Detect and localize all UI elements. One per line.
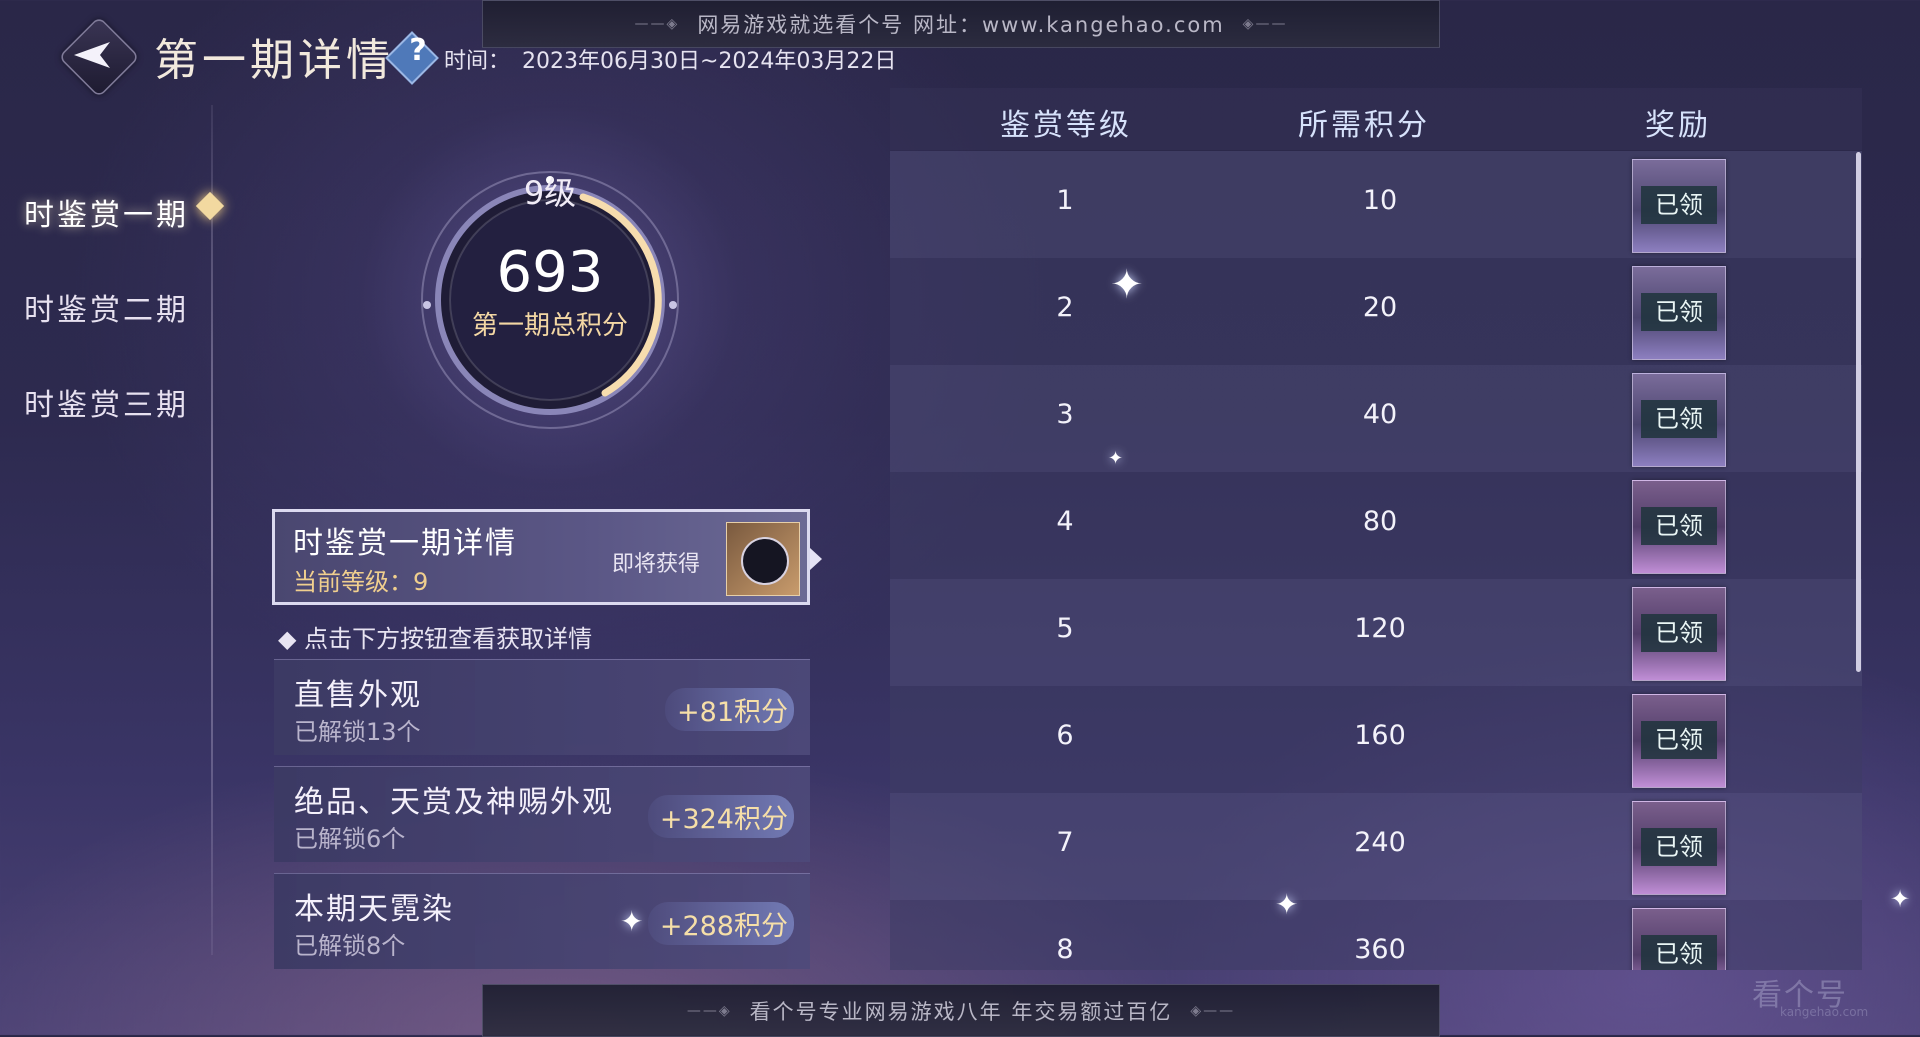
detail-card-title: 时鉴赏一期详情 (293, 526, 517, 561)
reward-item[interactable]: 已领 (1632, 266, 1726, 360)
ornament-icon: ◈—— (1242, 16, 1288, 32)
reward-item[interactable]: 已领 (1632, 480, 1726, 574)
row-level: 4 (1056, 506, 1074, 537)
sidebar-item-period-1[interactable]: 时鉴赏一期 (24, 190, 189, 234)
row-level: 6 (1056, 720, 1074, 751)
level-text: 9级 (523, 174, 577, 212)
table-row: 1 10 已领 (890, 151, 1862, 258)
bottom-watermark-banner: ——◈ 看个号专业网易游戏八年 年交易额过百亿 ◈—— (482, 984, 1440, 1037)
reward-table: 鉴赏等级 所需积分 奖励 1 10 已领 2 20 已领 3 40 已领 4 8… (890, 88, 1862, 970)
row-points: 160 (1354, 720, 1406, 751)
sparkle-icon: ✦ (1110, 262, 1144, 308)
row-points: 80 (1362, 506, 1398, 537)
row-level: 1 (1056, 185, 1074, 216)
reward-item[interactable]: 已领 (1632, 159, 1726, 253)
coming-reward-label: 即将获得 (612, 552, 701, 577)
sparkle-icon: ✦ (1108, 448, 1124, 469)
category-unlocked: 已解锁8个 (294, 932, 406, 960)
table-row: 3 40 已领 (890, 365, 1862, 472)
reward-item[interactable]: 已领 (1632, 801, 1726, 895)
category-unlocked: 已解锁6个 (294, 825, 406, 853)
reward-item[interactable]: 已领 (1632, 908, 1726, 970)
page-title: 第一期详情 (154, 35, 394, 86)
header-points: 所需积分 (1298, 108, 1430, 143)
category-points: +288积分 (647, 902, 794, 945)
sidebar-item-period-2[interactable]: 时鉴赏二期 (24, 285, 189, 329)
back-arrow-icon (74, 42, 110, 68)
category-dye[interactable]: 本期天霓染 已解锁8个 +288积分 (274, 873, 810, 969)
table-row: 6 160 已领 (890, 686, 1862, 793)
table-row: 4 80 已领 (890, 472, 1862, 579)
row-points: 360 (1354, 934, 1406, 965)
table-row: 2 20 已领 (890, 258, 1862, 365)
category-unlocked: 已解锁13个 (294, 718, 421, 746)
total-score: 693 (496, 240, 604, 305)
reward-disc-icon (741, 537, 789, 585)
reward-item[interactable]: 已领 (1632, 694, 1726, 788)
claimed-tag: 已领 (1641, 507, 1717, 545)
claimed-tag: 已领 (1641, 293, 1717, 331)
category-direct-sale[interactable]: 直售外观 已解锁13个 +81积分 (274, 659, 810, 755)
time-label: 时间： (444, 49, 511, 74)
row-points: 10 (1362, 185, 1398, 216)
table-header: 鉴赏等级 所需积分 奖励 (890, 88, 1862, 150)
row-level: 7 (1056, 827, 1074, 858)
ornament-icon: ——◈ (634, 16, 680, 32)
table-row: 7 240 已领 (890, 793, 1862, 900)
table-scrollbar[interactable] (1856, 152, 1861, 672)
row-points: 40 (1362, 399, 1398, 430)
header-reward: 奖励 (1645, 108, 1711, 143)
category-name: 本期天霓染 (294, 892, 454, 927)
sparkle-icon: ✦ (620, 905, 644, 938)
reward-item[interactable]: 已领 (1632, 587, 1726, 681)
table-row: 5 120 已领 (890, 579, 1862, 686)
active-indicator-icon (195, 191, 225, 221)
ornament-icon: ◈—— (1190, 1002, 1236, 1019)
category-name: 绝品、天赏及神赐外观 (294, 785, 614, 820)
row-level: 3 (1056, 399, 1074, 430)
sparkle-icon: ✦ (1275, 888, 1299, 921)
top-watermark-banner: ——◈ 网易游戏就选看个号 网址：www.kangehao.com ◈—— (482, 0, 1440, 48)
claimed-tag: 已领 (1641, 828, 1717, 866)
category-points: +81积分 (665, 688, 794, 731)
claimed-tag: 已领 (1641, 400, 1717, 438)
hint-text: ◆ 点击下方按钮查看获取详情 (278, 625, 593, 653)
table-row: 8 360 已领 (890, 900, 1862, 970)
row-level: 5 (1056, 613, 1074, 644)
ornament-icon: ——◈ (686, 1002, 732, 1019)
sidebar-divider (211, 105, 213, 955)
category-points: +324积分 (647, 795, 794, 838)
current-level: 当前等级：9 (293, 568, 429, 596)
claimed-tag: 已领 (1641, 186, 1717, 224)
row-level: 8 (1056, 934, 1074, 965)
claimed-tag: 已领 (1641, 935, 1717, 970)
corner-watermark-url: kangehao.com (1780, 1005, 1869, 1019)
category-premium-outfits[interactable]: 绝品、天赏及神赐外观 已解锁6个 +324积分 (274, 766, 810, 862)
row-points: 120 (1354, 613, 1406, 644)
claimed-tag: 已领 (1641, 721, 1717, 759)
header-level: 鉴赏等级 (1000, 108, 1132, 143)
total-score-label: 第一期总积分 (471, 311, 628, 341)
upcoming-reward-thumbnail[interactable] (726, 522, 800, 596)
top-watermark-text: 网易游戏就选看个号 网址：www.kangehao.com (697, 13, 1225, 37)
reward-item[interactable]: 已领 (1632, 373, 1726, 467)
row-points: 240 (1354, 827, 1406, 858)
help-question-mark: ? (409, 33, 427, 68)
row-points: 20 (1362, 292, 1398, 323)
card-pointer-icon (810, 548, 822, 570)
bottom-watermark-text: 看个号专业网易游戏八年 年交易额过百亿 (749, 999, 1173, 1024)
row-level: 2 (1056, 292, 1074, 323)
claimed-tag: 已领 (1641, 614, 1717, 652)
time-range: 2023年06月30日~2024年03月22日 (522, 49, 897, 74)
sidebar-item-period-3[interactable]: 时鉴赏三期 (24, 380, 189, 424)
category-name: 直售外观 (294, 678, 422, 713)
sparkle-icon: ✦ (1890, 885, 1911, 913)
